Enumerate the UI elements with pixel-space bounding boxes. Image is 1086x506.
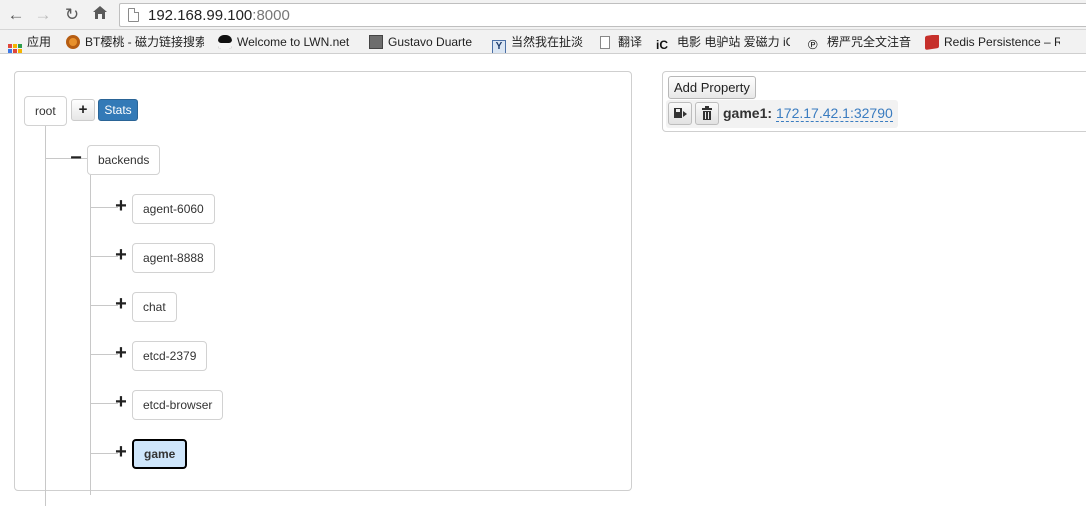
- bookmarks-bar: 应用 BT樱桃 - 磁力链接搜索 Welcome to LWN.net Gust…: [0, 30, 1086, 54]
- page-icon: [600, 36, 610, 49]
- portrait-icon: [369, 35, 383, 49]
- bookmark-lwn[interactable]: Welcome to LWN.net: [218, 35, 352, 50]
- tree-node-etcd-2379[interactable]: etcd-2379: [132, 341, 208, 371]
- back-arrow-icon[interactable]: ←: [6, 5, 26, 25]
- bookmark-lengyan[interactable]: ℗ 楞严咒全文注音: [808, 35, 911, 52]
- tree-connector: [45, 126, 46, 506]
- calligraphy-icon: ℗: [808, 37, 818, 52]
- add-property-button[interactable]: Add Property: [668, 76, 756, 99]
- bookmark-fanyi[interactable]: 翻译: [600, 35, 642, 50]
- penguin-icon: [218, 35, 232, 49]
- property-key: game1:: [723, 105, 773, 121]
- apps-grid-icon: [8, 44, 22, 53]
- expand-icon[interactable]: +: [113, 294, 129, 314]
- bookmark-dianying[interactable]: iC 电影 电驴站 爱磁力 iC: [656, 35, 790, 50]
- bookmark-dangran[interactable]: Y 当然我在扯淡: [492, 35, 583, 53]
- add-node-button[interactable]: +: [71, 99, 95, 121]
- stats-button[interactable]: Stats: [98, 99, 138, 121]
- bookmark-gustavo-duarte[interactable]: Gustavo Duarte: [369, 35, 472, 50]
- bookmark-apps[interactable]: 应用: [8, 35, 51, 53]
- browser-toolbar: ← → ↻ 192.168.99.100:8000: [0, 0, 1086, 30]
- property-row: game1: 172.17.42.1:32790: [666, 100, 898, 128]
- forward-arrow-icon[interactable]: →: [33, 5, 53, 25]
- save-edit-icon: [674, 108, 687, 118]
- delete-property-button[interactable]: [695, 102, 719, 125]
- expand-icon[interactable]: +: [113, 196, 129, 216]
- ic-logo-icon: iC: [656, 38, 668, 50]
- tree-node-agent-6060[interactable]: agent-6060: [132, 194, 215, 224]
- tree-connector: [90, 175, 91, 495]
- address-bar[interactable]: 192.168.99.100:8000: [119, 3, 1086, 27]
- address-url[interactable]: 192.168.99.100:8000: [148, 7, 290, 24]
- tree-panel: root + Stats − backends + agent-6060 + a…: [14, 71, 632, 506]
- tree-node-chat[interactable]: chat: [132, 292, 177, 322]
- tree-node-root[interactable]: root: [24, 96, 67, 126]
- property-value-link[interactable]: 172.17.42.1:32790: [776, 105, 893, 122]
- redis-icon: [925, 35, 939, 50]
- reload-icon[interactable]: ↻: [62, 5, 82, 25]
- collapse-icon[interactable]: −: [68, 148, 84, 168]
- expand-icon[interactable]: +: [113, 442, 129, 462]
- properties-panel: Add Property game1: 172.17.42.1:32790: [662, 71, 1086, 132]
- tree-node-backends[interactable]: backends: [87, 145, 161, 175]
- expand-icon[interactable]: +: [113, 343, 129, 363]
- edit-property-button[interactable]: [668, 102, 692, 125]
- page-icon: [128, 8, 139, 22]
- trash-icon: [702, 106, 712, 120]
- tree-node-etcd-browser[interactable]: etcd-browser: [132, 390, 224, 420]
- y-logo-icon: Y: [492, 40, 506, 53]
- tree-node-agent-8888[interactable]: agent-8888: [132, 243, 215, 273]
- home-icon[interactable]: [90, 5, 110, 25]
- bookmark-redis[interactable]: Redis Persistence – R: [925, 35, 1060, 50]
- expand-icon[interactable]: +: [113, 392, 129, 412]
- tree-node-game[interactable]: game: [132, 439, 188, 469]
- expand-icon[interactable]: +: [113, 245, 129, 265]
- orange-circle-icon: [66, 35, 80, 49]
- bookmark-btyingtao[interactable]: BT樱桃 - 磁力链接搜索: [66, 35, 204, 50]
